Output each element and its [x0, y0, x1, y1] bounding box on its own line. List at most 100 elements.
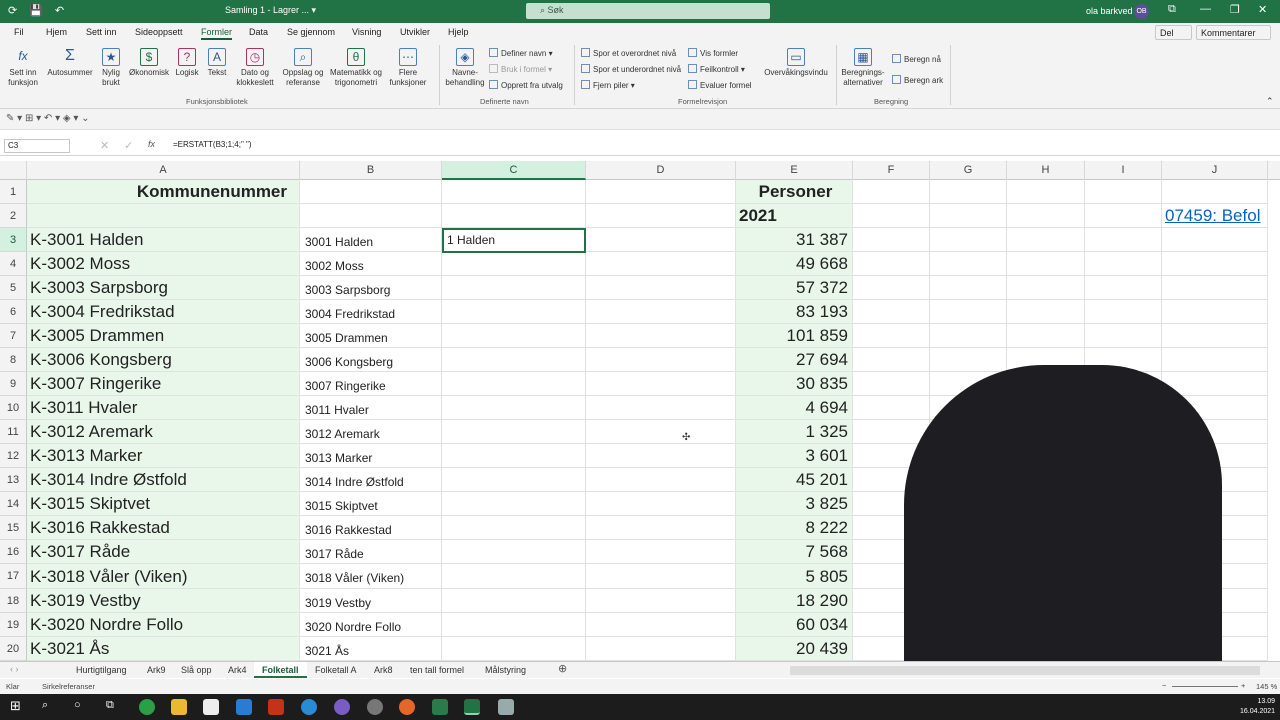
sheet-tab[interactable]: Hurtigtilgang	[68, 662, 135, 678]
zoom-out-icon[interactable]: −	[1162, 681, 1166, 690]
kommune-cell[interactable]: K-3012 Aremark	[27, 420, 300, 444]
row-header[interactable]: 2	[0, 204, 27, 228]
kommune-cell[interactable]: K-3001 Halden	[27, 228, 300, 252]
row-header[interactable]: 10	[0, 396, 27, 420]
cell[interactable]	[586, 180, 736, 204]
sheet-nav-icons[interactable]: ‹ ›	[10, 664, 19, 674]
column-header-b[interactable]: B	[300, 161, 442, 180]
app-icon[interactable]	[367, 699, 383, 715]
cell[interactable]	[586, 589, 736, 613]
confirm-icon[interactable]: ✓	[124, 139, 133, 152]
kommune-cell[interactable]: K-3006 Kongsberg	[27, 348, 300, 372]
sheet-tab[interactable]: Ark8	[366, 662, 401, 678]
logical-button[interactable]: ? Logisk	[172, 48, 202, 78]
cell[interactable]	[442, 396, 586, 420]
cell[interactable]	[442, 468, 586, 492]
cell[interactable]	[1162, 324, 1268, 348]
cell[interactable]	[930, 348, 1007, 372]
cell[interactable]	[442, 180, 586, 204]
cell[interactable]	[442, 204, 586, 228]
population-cell[interactable]: 31 387	[736, 228, 853, 252]
population-cell[interactable]: 60 034	[736, 613, 853, 637]
column-header-e[interactable]: E	[736, 161, 853, 180]
cancel-icon[interactable]: ✕	[100, 139, 109, 152]
row-header[interactable]: 17	[0, 564, 27, 589]
zoom-in-icon[interactable]: +	[1241, 681, 1245, 690]
cell[interactable]	[1085, 324, 1162, 348]
tab-sett-inn[interactable]: Sett inn	[86, 27, 117, 37]
row-header[interactable]: 9	[0, 372, 27, 396]
row-header[interactable]: 1	[0, 180, 27, 204]
cell[interactable]	[442, 252, 586, 276]
cell[interactable]	[853, 300, 930, 324]
sheet-tab[interactable]: Folketall	[254, 662, 307, 678]
office-icon[interactable]	[268, 699, 284, 715]
create-from-selection-button[interactable]: Opprett fra utvalg	[489, 80, 563, 91]
cell[interactable]	[300, 204, 442, 228]
kommune-number-cell[interactable]: 3011 Hvaler	[300, 396, 442, 420]
sheet-tab[interactable]: Slå opp	[173, 662, 220, 678]
store-icon[interactable]	[203, 699, 219, 715]
cell[interactable]	[442, 516, 586, 540]
cell[interactable]	[853, 204, 930, 228]
population-cell[interactable]: 45 201	[736, 468, 853, 492]
search-box[interactable]: ⌕ Søk	[526, 3, 770, 19]
cell[interactable]	[442, 300, 586, 324]
cell[interactable]	[1007, 300, 1085, 324]
undo-icon[interactable]: ↶	[55, 4, 64, 17]
tab-fil[interactable]: Fil	[14, 27, 24, 37]
table-link[interactable]: 07459: Befol	[1162, 204, 1268, 228]
cell[interactable]	[442, 420, 586, 444]
add-sheet-icon[interactable]: ⊕	[558, 662, 567, 675]
row-header[interactable]: 8	[0, 348, 27, 372]
kommune-number-cell[interactable]: 3012 Aremark	[300, 420, 442, 444]
cell[interactable]	[442, 372, 586, 396]
row-header[interactable]: 16	[0, 540, 27, 564]
math-trig-button[interactable]: θ Matematikk og trigonometri	[328, 48, 384, 88]
more-functions-button[interactable]: ⋯ Flere funksjoner	[385, 48, 431, 88]
cell[interactable]	[930, 276, 1007, 300]
kommune-number-cell[interactable]: 3020 Nordre Follo	[300, 613, 442, 637]
tab-utvikler[interactable]: Utvikler	[400, 27, 430, 37]
cell[interactable]	[1162, 276, 1268, 300]
financial-button[interactable]: $ Økonomisk	[127, 48, 171, 78]
tab-visning[interactable]: Visning	[352, 27, 381, 37]
column-header-j[interactable]: J	[1162, 161, 1268, 180]
cell[interactable]	[1007, 228, 1085, 252]
horizontal-scrollbar[interactable]	[790, 666, 1260, 675]
kommune-cell[interactable]: K-3004 Fredrikstad	[27, 300, 300, 324]
cell[interactable]	[1162, 300, 1268, 324]
text-button[interactable]: A Tekst	[203, 48, 231, 78]
cell[interactable]	[930, 252, 1007, 276]
cell[interactable]	[442, 276, 586, 300]
cell[interactable]	[586, 420, 736, 444]
kommune-cell[interactable]: K-3015 Skiptvet	[27, 492, 300, 516]
column-header-c[interactable]: C	[442, 161, 586, 180]
save-icon[interactable]: 💾	[29, 4, 43, 17]
population-cell[interactable]: 5 805	[736, 564, 853, 589]
population-cell[interactable]: 57 372	[736, 276, 853, 300]
cell[interactable]	[442, 444, 586, 468]
population-cell[interactable]: 18 290	[736, 589, 853, 613]
cell[interactable]	[300, 180, 442, 204]
cell[interactable]	[442, 492, 586, 516]
cell[interactable]	[930, 324, 1007, 348]
formula-input[interactable]: =ERSTATT(B3;1;4;" ")	[173, 140, 252, 149]
minimize-button[interactable]: —	[1200, 3, 1211, 15]
row-header[interactable]: 3	[0, 228, 27, 252]
kommune-cell[interactable]: K-3016 Rakkestad	[27, 516, 300, 540]
row-header[interactable]: 13	[0, 468, 27, 492]
restore-button[interactable]: ❐	[1230, 3, 1240, 16]
close-button[interactable]: ✕	[1258, 3, 1267, 16]
population-cell[interactable]: 27 694	[736, 348, 853, 372]
kommune-number-cell[interactable]: 3021 Ås	[300, 637, 442, 661]
edge-icon[interactable]	[301, 699, 317, 715]
cell[interactable]	[853, 276, 930, 300]
select-all-corner[interactable]	[0, 161, 27, 180]
cell[interactable]	[586, 252, 736, 276]
cell[interactable]	[27, 204, 300, 228]
kommune-number-cell[interactable]: 3003 Sarpsborg	[300, 276, 442, 300]
comments-button[interactable]: Kommentarer	[1196, 25, 1271, 40]
row-header[interactable]: 19	[0, 613, 27, 637]
cell[interactable]	[586, 396, 736, 420]
